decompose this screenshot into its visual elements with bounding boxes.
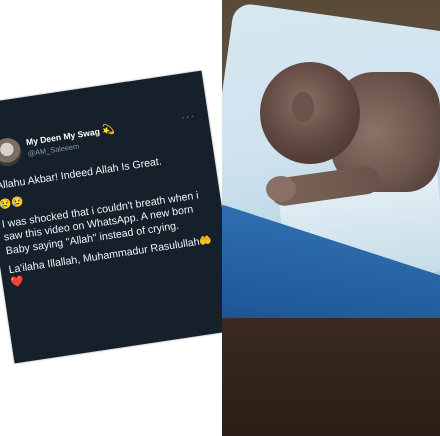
baby-video-still	[222, 0, 440, 436]
floor-shadow	[222, 318, 440, 436]
praying-hands-emoji: 🤲	[198, 234, 213, 248]
name-emoji: 💫	[101, 124, 116, 137]
baby-ear	[292, 92, 314, 122]
tweet-body: Allahu Akbar! Indeed Allah Is Great. 😢😢 …	[0, 149, 220, 297]
baby-hand	[266, 176, 296, 202]
more-options-icon[interactable]: ···	[180, 110, 196, 124]
avatar[interactable]	[0, 136, 24, 169]
tweet-card: My Deen My Swag 💫 @AM_Saleeem ··· Allahu…	[0, 70, 241, 364]
heart-emoji: ❤️	[9, 275, 25, 290]
tweet-screenshot: My Deen My Swag 💫 @AM_Saleeem ··· Allahu…	[0, 70, 241, 364]
